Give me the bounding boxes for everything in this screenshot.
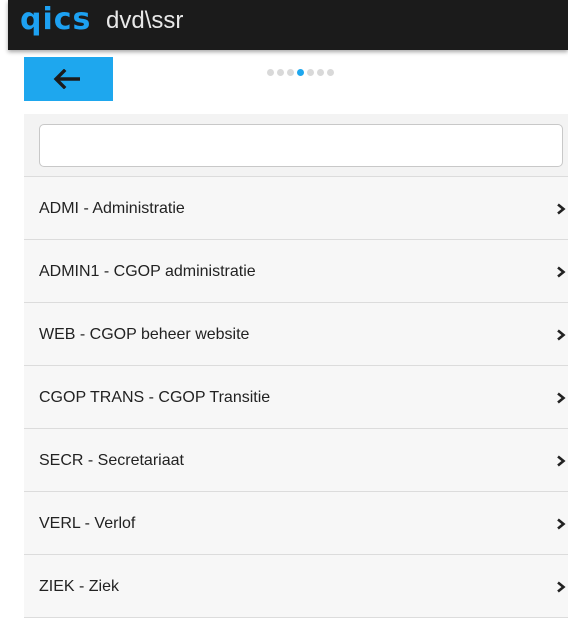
- list-item-label: ADMI - Administratie: [39, 200, 185, 217]
- chevron-right-icon: [557, 266, 566, 278]
- list-item-label: ADMIN1 - CGOP administratie: [39, 263, 256, 280]
- list-item-label: ZIEK - Ziek: [39, 578, 120, 595]
- list-item[interactable]: SECR - Secretariaat: [24, 429, 568, 492]
- page-dot: [277, 69, 284, 76]
- chevron-right-icon: [557, 581, 566, 593]
- chevron-right-icon: [557, 392, 566, 404]
- list-item[interactable]: WEB - CGOP beheer website: [24, 303, 568, 366]
- list-item[interactable]: ADMIN1 - CGOP administratie: [24, 240, 568, 303]
- chevron-right-icon: [557, 518, 566, 530]
- page-dot: [267, 69, 274, 76]
- top-bar: qics dvd\ssr: [8, 0, 568, 50]
- list-item[interactable]: CGOP TRANS - CGOP Transitie: [24, 366, 568, 429]
- chevron-right-icon: [557, 329, 566, 341]
- page-dot-active: [297, 69, 304, 76]
- chevron-right-icon: [557, 203, 566, 215]
- page-dot: [287, 69, 294, 76]
- list-item-label: WEB - CGOP beheer website: [39, 326, 250, 343]
- app-logo: qics: [20, 2, 92, 37]
- item-list: ADMI - Administratie ADMIN1 - CGOP admin…: [24, 177, 568, 618]
- page-dot: [327, 69, 334, 76]
- page-dot: [307, 69, 314, 76]
- list-item-label: VERL - Verlof: [39, 515, 136, 532]
- back-button[interactable]: [24, 57, 113, 101]
- list-item-label: SECR - Secretariaat: [39, 452, 184, 469]
- arrow-left-icon: [53, 69, 80, 89]
- list-item[interactable]: ADMI - Administratie: [24, 177, 568, 240]
- user-name: dvd\ssr: [106, 7, 184, 34]
- list-item[interactable]: VERL - Verlof: [24, 492, 568, 555]
- list-item-label: CGOP TRANS - CGOP Transitie: [39, 389, 271, 406]
- list-item[interactable]: ZIEK - Ziek: [24, 555, 568, 618]
- chevron-right-icon: [557, 455, 566, 467]
- search-area: [24, 114, 568, 177]
- search-input[interactable]: [39, 124, 563, 167]
- page-indicator: [267, 69, 334, 77]
- page-dot: [317, 69, 324, 76]
